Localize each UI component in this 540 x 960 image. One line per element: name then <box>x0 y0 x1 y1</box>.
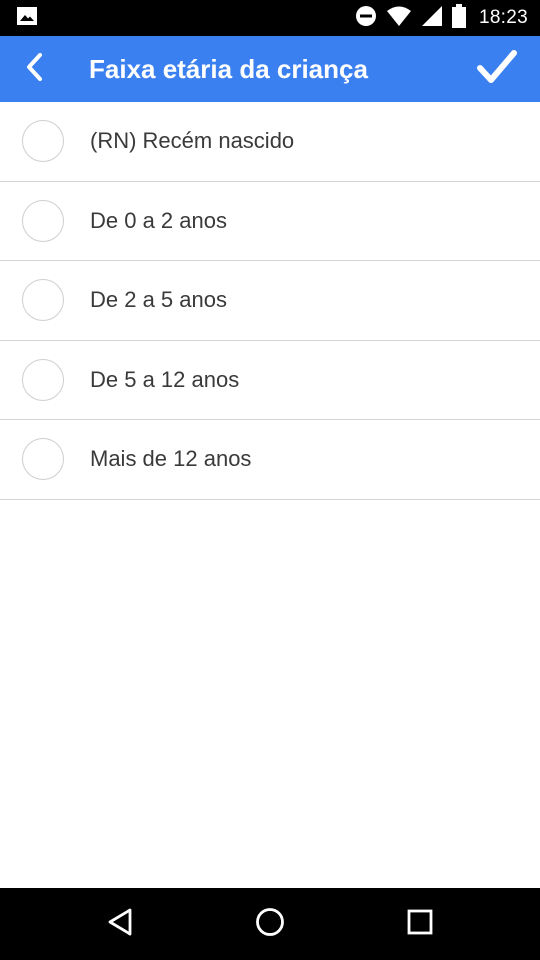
option-label: Mais de 12 anos <box>90 446 252 472</box>
chevron-left-icon <box>24 52 44 87</box>
option-5-12-years[interactable]: De 5 a 12 anos <box>0 340 540 420</box>
do-not-disturb-icon <box>355 5 377 32</box>
option-newborn[interactable]: (RN) Recém nascido <box>0 102 540 182</box>
age-range-list: (RN) Recém nascido De 0 a 2 anos De 2 a … <box>0 102 540 500</box>
radio-button[interactable] <box>22 358 64 401</box>
option-over-12-years[interactable]: Mais de 12 anos <box>0 420 540 500</box>
option-0-2-years[interactable]: De 0 a 2 anos <box>0 181 540 261</box>
option-2-5-years[interactable]: De 2 a 5 anos <box>0 261 540 341</box>
nav-back-button[interactable] <box>98 902 142 946</box>
back-button[interactable] <box>0 36 68 102</box>
nav-home-button[interactable] <box>248 902 292 946</box>
wifi-icon <box>386 5 412 32</box>
home-circle-icon <box>255 907 285 942</box>
recents-square-icon <box>406 908 434 941</box>
screen: 18:23 Faixa etária da criança (RN) Recém… <box>0 0 540 960</box>
radio-button[interactable] <box>22 438 64 481</box>
radio-button[interactable] <box>22 279 64 322</box>
battery-icon <box>451 3 466 33</box>
option-label: (RN) Recém nascido <box>90 128 295 154</box>
navigation-bar <box>0 888 540 960</box>
image-notification-icon <box>16 6 38 31</box>
option-label: De 5 a 12 anos <box>90 366 240 392</box>
status-time: 18:23 <box>478 7 528 28</box>
page-title: Faixa etária da criança <box>89 53 368 84</box>
status-right: 18:23 <box>355 3 528 33</box>
radio-button[interactable] <box>22 199 64 242</box>
option-label: De 0 a 2 anos <box>90 207 227 233</box>
status-bar: 18:23 <box>0 0 540 36</box>
radio-button[interactable] <box>22 120 64 163</box>
status-left <box>16 6 38 31</box>
checkmark-icon <box>476 49 518 90</box>
nav-recents-button[interactable] <box>398 902 442 946</box>
back-triangle-icon <box>106 907 134 942</box>
app-bar: Faixa etária da criança <box>0 36 540 102</box>
confirm-button[interactable] <box>454 36 540 102</box>
option-label: De 2 a 5 anos <box>90 287 227 313</box>
signal-icon <box>421 5 443 32</box>
